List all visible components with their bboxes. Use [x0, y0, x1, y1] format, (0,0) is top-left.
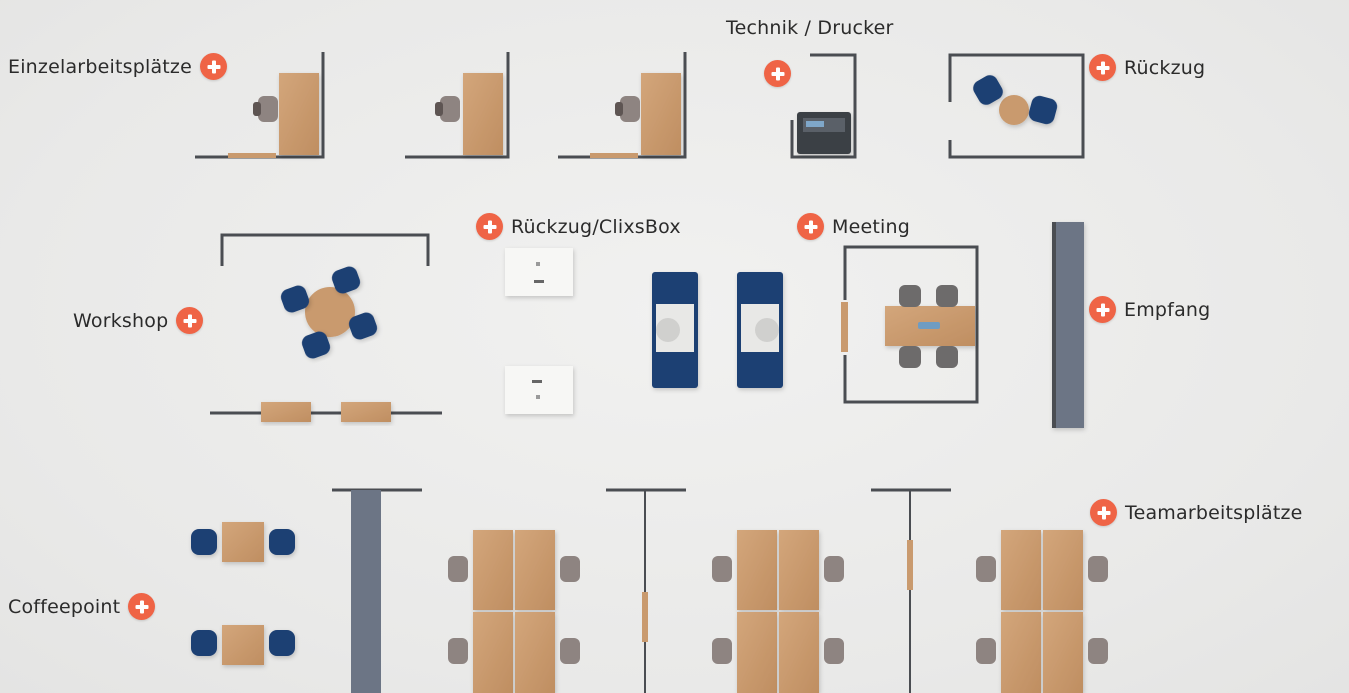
plus-icon[interactable] [176, 307, 204, 334]
retreat-room [948, 53, 1085, 159]
team-partitions [332, 488, 951, 693]
office-floorplan: Einzelarbeitsplätze Technik / Drucker Rü… [0, 0, 1349, 693]
team-bench-1 [448, 530, 580, 693]
workshop-area [210, 233, 442, 422]
single-desk-2 [405, 52, 510, 159]
team-bench-2 [712, 530, 844, 693]
hotspot-label: Teamarbeitsplätze [1125, 501, 1303, 524]
hotspot-meeting[interactable]: Meeting [797, 213, 910, 240]
hotspot-workshop[interactable]: Workshop [73, 307, 204, 334]
hotspot-label: Rückzug [1124, 56, 1206, 79]
hotspot-label: Workshop [73, 309, 169, 332]
hotspot-label: Meeting [832, 215, 911, 238]
label-technik-drucker: Technik / Drucker [726, 17, 894, 39]
hotspot-teamarbeitsplaetze[interactable]: Teamarbeitsplätze [1090, 499, 1303, 526]
hotspot-label: Empfang [1124, 298, 1211, 321]
plus-icon[interactable] [200, 53, 227, 80]
plus-icon[interactable] [1089, 54, 1116, 81]
single-desk-3 [558, 52, 687, 159]
booth-seating [652, 272, 783, 388]
hotspot-label: Coffeepoint [8, 595, 121, 618]
hotspot-empfang[interactable]: Empfang [1089, 296, 1210, 323]
hotspot-label: Einzelarbeitsplätze [8, 55, 192, 78]
reception-desk [1052, 222, 1084, 428]
hotspot-coffeepoint[interactable]: Coffeepoint [8, 593, 156, 620]
clixsbox-area [505, 248, 573, 414]
hotspot-label: Rückzug/ClixsBox [511, 215, 681, 238]
plus-icon[interactable] [1090, 499, 1117, 526]
coffee-point [191, 522, 295, 665]
plus-icon[interactable] [797, 213, 824, 240]
team-bench-3 [976, 530, 1108, 693]
hotspot-einzelarbeitsplaetze[interactable]: Einzelarbeitsplätze [8, 53, 227, 80]
printer-room [790, 53, 857, 159]
plus-icon[interactable] [476, 213, 503, 240]
hotspot-rueckzug-clixsbox[interactable]: Rückzug/ClixsBox [476, 213, 681, 240]
floorplan-drawing [191, 52, 1108, 693]
plus-icon[interactable] [1089, 296, 1116, 323]
plus-icon[interactable] [764, 60, 791, 87]
plus-icon[interactable] [128, 593, 156, 620]
meeting-room [841, 245, 979, 404]
hotspot-rueckzug[interactable]: Rückzug [1089, 54, 1205, 81]
